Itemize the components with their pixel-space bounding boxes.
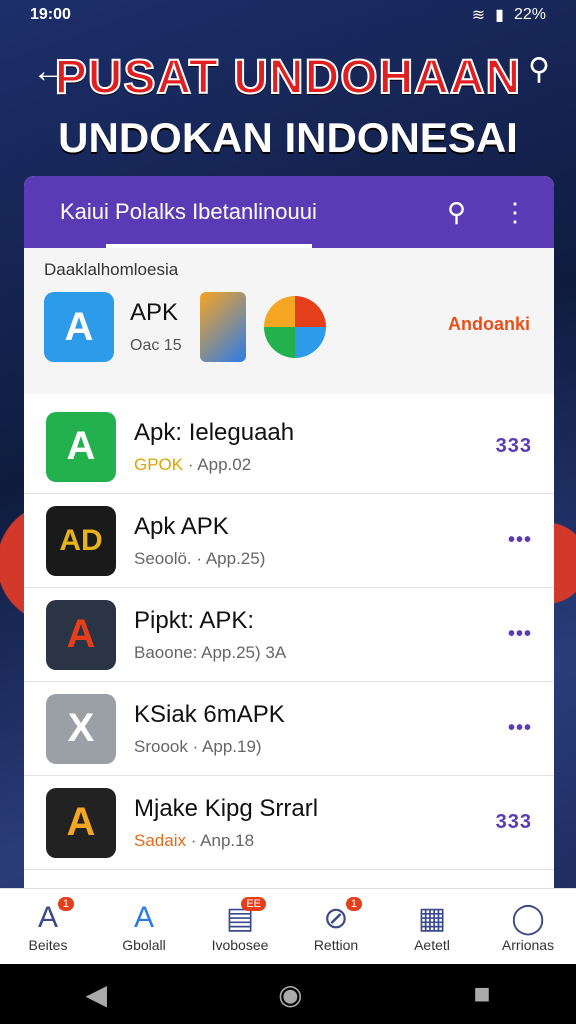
app-meta: Baoone: App.25) 3A bbox=[134, 642, 287, 662]
app-name: Pipkt: APK: bbox=[134, 606, 255, 634]
featured-app-sub: Oac 15 bbox=[130, 337, 182, 354]
battery-text: 22% bbox=[513, 6, 546, 23]
featured-app-icon[interactable]: A bbox=[44, 292, 114, 362]
featured-section: Daaklalhomloesia A APK Oac 15 Andoanki bbox=[24, 248, 554, 394]
more-vert-icon[interactable]: ⋮ bbox=[502, 197, 528, 228]
app-list: A Apk: Ieleguaah GPOK · App.02 333 AD Ap… bbox=[24, 400, 554, 870]
app-name: Apk: Ieleguaah bbox=[134, 418, 295, 446]
list-item[interactable]: X KSiak 6mAPK Sroook · App.19) ••• bbox=[24, 682, 554, 776]
nav-item-rettion[interactable]: ⊘ 1 Rettion bbox=[296, 896, 376, 953]
nav-label: Ivobosee bbox=[211, 936, 269, 953]
more-icon[interactable]: 333 bbox=[496, 811, 532, 834]
list-item[interactable]: A Apk: Ieleguaah GPOK · App.02 333 bbox=[24, 400, 554, 494]
nav-label: Aetetl bbox=[414, 936, 450, 953]
featured-cta-link[interactable]: Andoanki bbox=[448, 314, 530, 335]
nav-badge: 1 bbox=[345, 896, 362, 911]
app-meta: Sroook · App.19) bbox=[134, 736, 262, 756]
header-banner: ← ⚲ PUSAT UNDOHAAN UNDOKAN INDONESAI bbox=[0, 36, 576, 176]
back-triangle-icon[interactable]: ◀ bbox=[86, 978, 108, 1011]
app-name: Mjake Kipg Srrarl bbox=[134, 794, 319, 822]
list-item[interactable]: AD Apk APK Seoolö. · App.25) ••• bbox=[24, 494, 554, 588]
app-icon: A bbox=[46, 787, 116, 858]
nav-badge: 1 bbox=[57, 896, 74, 911]
app-meta: Sadaix · Anp.18 bbox=[134, 830, 255, 850]
more-icon[interactable]: ••• bbox=[508, 529, 532, 552]
app-name: KSiak 6mAPK bbox=[134, 700, 285, 728]
nav-badge: EE bbox=[241, 896, 266, 911]
compass-icon: ⊘ bbox=[323, 901, 349, 935]
nav-label: Rettion bbox=[313, 936, 359, 953]
app-list-card: Kaiui Polalks Ibetanlinouui ⚲ ⋮ Daaklalh… bbox=[24, 176, 554, 888]
nav-item-ivobosee[interactable]: ▤ EE Ivobosee bbox=[200, 896, 280, 953]
nav-item-aetetl[interactable]: ▦ Aetetl bbox=[392, 901, 472, 953]
recents-square-icon[interactable]: ■ bbox=[474, 978, 491, 1010]
bottom-navigation: A 1 Beites A Gbolall ▤ EE Ivobosee ⊘ 1 R… bbox=[0, 888, 576, 964]
nav-item-beites[interactable]: A 1 Beites bbox=[8, 896, 88, 953]
banner-title: PUSAT UNDOHAAN bbox=[54, 50, 522, 105]
home-icon: A bbox=[37, 900, 58, 934]
profile-icon: ◯ bbox=[511, 901, 545, 935]
featured-thumb-1-icon[interactable] bbox=[199, 292, 246, 362]
app-icon: A bbox=[46, 599, 116, 670]
nav-item-gbolall[interactable]: A Gbolall bbox=[104, 901, 184, 953]
calculator-icon: ▦ bbox=[417, 901, 447, 935]
featured-app-name[interactable]: APK bbox=[130, 299, 182, 327]
home-circle-icon[interactable]: ◉ bbox=[278, 978, 302, 1011]
app-meta: GPOK · App.02 bbox=[134, 454, 252, 474]
nav-item-arrionas[interactable]: ◯ Arrionas bbox=[488, 901, 568, 953]
nav-label: Arrionas bbox=[501, 936, 555, 953]
more-icon[interactable]: ••• bbox=[508, 717, 532, 740]
app-icon: X bbox=[46, 693, 116, 764]
signal-icon: ▮ bbox=[495, 7, 504, 24]
more-icon[interactable]: 333 bbox=[496, 435, 532, 458]
banner-subtitle: UNDOKAN INDONESAI bbox=[58, 114, 518, 161]
store-icon: A bbox=[133, 900, 154, 934]
featured-thumb-2-icon[interactable] bbox=[263, 296, 326, 358]
card-header: Kaiui Polalks Ibetanlinouui ⚲ ⋮ bbox=[24, 176, 554, 248]
list-item[interactable]: A Mjake Kipg Srrarl Sadaix · Anp.18 333 bbox=[24, 776, 554, 870]
status-bar: 19:00 ≋ ▮ 22% bbox=[0, 0, 576, 30]
card-title: Kaiui Polalks Ibetanlinouui bbox=[60, 199, 317, 224]
more-icon[interactable]: ••• bbox=[508, 623, 532, 646]
app-meta: Seoolö. · App.25) bbox=[134, 548, 266, 568]
status-time: 19:00 bbox=[30, 6, 71, 23]
search-icon[interactable]: ⚲ bbox=[447, 197, 466, 228]
app-icon: AD bbox=[46, 505, 116, 576]
app-icon: A bbox=[46, 411, 116, 482]
list-item[interactable]: A Pipkt: APK: Baoone: App.25) 3A ••• bbox=[24, 588, 554, 682]
featured-heading: Daaklalhomloesia bbox=[44, 260, 179, 279]
app-name: Apk APK bbox=[134, 512, 229, 540]
nav-label: Beites bbox=[28, 936, 68, 953]
wifi-icon: ≋ bbox=[471, 7, 486, 24]
nav-label: Gbolall bbox=[122, 936, 166, 953]
system-navigation-bar: ◀ ◉ ■ bbox=[0, 964, 576, 1024]
